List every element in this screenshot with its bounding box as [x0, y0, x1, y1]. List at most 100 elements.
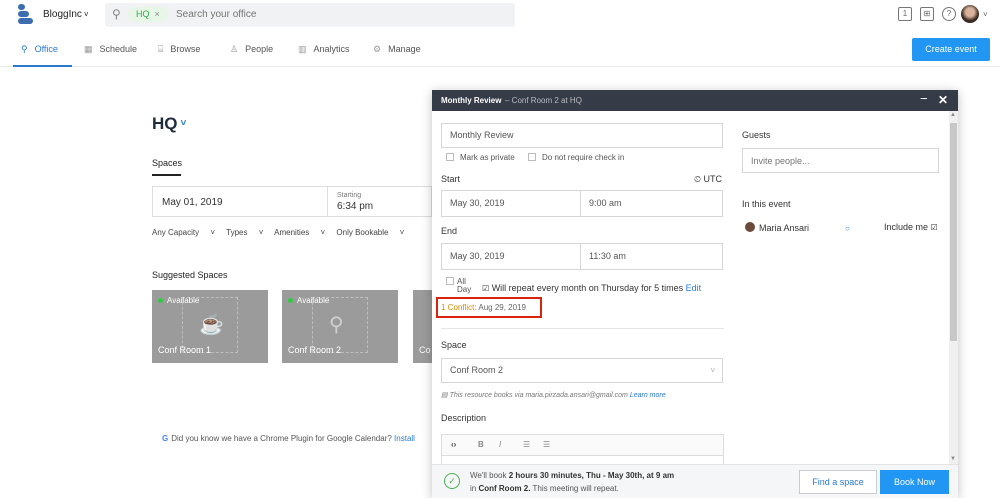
nav-schedule[interactable]: ▦ Schedule — [84, 44, 137, 55]
nav-manage[interactable]: ⚙ Manage — [373, 44, 421, 55]
avatar[interactable] — [961, 5, 979, 23]
include-me-checkbox[interactable]: Include me ☑ — [884, 222, 938, 232]
nav-analytics[interactable]: ▥ Analytics — [298, 44, 350, 55]
learn-more-link[interactable]: Learn more — [630, 392, 666, 399]
filters-row: Any Capacity ˅ Types ˅ Amenities ˅ Only … — [152, 228, 413, 237]
modal-header: Monthly Review – Conf Room 2 at HQ − ✕ — [432, 90, 958, 111]
chevron-down-icon: ˅ — [710, 366, 715, 375]
close-icon[interactable]: ✕ — [938, 93, 948, 107]
status-dot — [158, 298, 163, 303]
all-day-label: Day — [457, 285, 472, 294]
checkbox-icon[interactable] — [528, 153, 536, 161]
modal-footer: ✓ We'll book 2 hours 30 minutes, Thu - M… — [432, 464, 958, 498]
code-view-icon[interactable]: ‹› — [451, 440, 456, 449]
modal-title: Monthly Review — [441, 96, 502, 105]
person-icon: ♙ — [230, 44, 239, 54]
invite-people-input[interactable] — [742, 148, 939, 173]
scroll-up-icon[interactable]: ▲ — [950, 112, 956, 118]
status-dot — [288, 298, 293, 303]
gift-icon[interactable]: ⊞ — [920, 7, 934, 21]
chevron-down-icon: ˅ — [83, 10, 89, 19]
check-circle-icon: ✓ — [444, 473, 460, 489]
no-checkin-checkbox[interactable]: Do not require check in — [528, 153, 624, 162]
search-icon: ⚲ — [21, 44, 28, 54]
booking-summary-line1: We'll book 2 hours 30 minutes, Thu - May… — [470, 471, 675, 480]
minimize-icon[interactable]: − — [920, 91, 928, 106]
filter-bookable[interactable]: Only Bookable ˅ — [336, 228, 404, 237]
chrome-plugin-tip: G Did you know we have a Chrome Plugin fo… — [162, 434, 415, 443]
nav-office[interactable]: ⚲ Office — [21, 44, 58, 55]
filter-amenities[interactable]: Amenities ˅ — [274, 228, 325, 237]
calendar-icon[interactable]: 1 — [898, 7, 912, 21]
active-tab-indicator — [13, 65, 72, 67]
mark-private-checkbox[interactable]: Mark as private — [446, 153, 515, 162]
scrollbar-thumb[interactable] — [950, 123, 957, 341]
guests-label: Guests — [742, 130, 771, 140]
help-icon[interactable]: ? — [942, 7, 956, 21]
space-card[interactable]: ⚲ Available Conf Room 2 — [282, 290, 398, 363]
divider — [441, 328, 724, 329]
search-input[interactable] — [176, 9, 476, 20]
end-time-input[interactable]: 11:30 am — [580, 243, 723, 270]
desk-lamp-icon: ⚲ — [329, 314, 344, 336]
top-bar: BloggInc˅ ⚲ HQ× 1 ⊞ ? ˅ — [0, 0, 1000, 32]
main-nav: ⚲ Office ▦ Schedule ⌸ Browse ♙ People ▥ Analy… — [0, 32, 1000, 67]
chevron-down-icon[interactable]: ˅ — [983, 10, 988, 19]
booking-summary-line2: in Conf Room 2. This meeting will repeat… — [470, 484, 619, 493]
description-label: Description — [441, 413, 487, 423]
space-name: Conf Room 2 — [288, 345, 342, 355]
checkbox-icon[interactable] — [446, 153, 454, 161]
date-time-picker[interactable]: May 01, 2019 Starting 6:34 pm — [152, 186, 432, 217]
space-card[interactable]: Co — [413, 290, 433, 363]
numbered-list-icon[interactable]: ☰ — [543, 440, 550, 449]
availability-badge: Available — [288, 296, 329, 305]
availability-badge: Available — [158, 296, 199, 305]
date-value[interactable]: May 01, 2019 — [162, 197, 223, 208]
nav-people[interactable]: ♙ People — [230, 44, 273, 55]
suggested-spaces-title: Suggested Spaces — [152, 270, 228, 280]
search-chip[interactable]: HQ × — [128, 7, 168, 22]
resource-note: ▤ This resource books via maria.pirzada.… — [441, 392, 666, 399]
space-select[interactable]: Conf Room 2 ˅ — [441, 358, 723, 383]
conflict-warning[interactable]: 1 Conflict: Aug 29, 2019 — [436, 297, 542, 318]
checked-checkbox-icon[interactable]: ☑ — [482, 284, 489, 293]
chart-icon: ▥ — [298, 44, 307, 54]
modal-scrollbar[interactable]: ▲ ▼ — [949, 111, 958, 464]
event-title-input[interactable]: Monthly Review — [441, 123, 723, 148]
org-switcher[interactable]: BloggInc ˅ — [43, 9, 89, 20]
scroll-down-icon[interactable]: ▼ — [950, 456, 956, 462]
nav-browse[interactable]: ⌸ Browse — [158, 44, 200, 55]
checked-checkbox-icon[interactable]: ☑ — [931, 223, 938, 232]
starting-label: Starting — [337, 192, 362, 199]
italic-icon[interactable]: I — [499, 440, 501, 449]
event-modal: Monthly Review – Conf Room 2 at HQ − ✕ M… — [432, 90, 958, 498]
start-date-input[interactable]: May 30, 2019 — [441, 190, 581, 217]
page-title[interactable]: HQ ˅ — [152, 114, 186, 134]
calendar-icon: ▤ — [441, 392, 448, 399]
calendar-icon: ▦ — [84, 44, 93, 54]
space-name: Conf Room 1 — [158, 345, 212, 355]
space-card[interactable]: ☕ Available Conf Room 1 — [152, 290, 268, 363]
bold-icon[interactable]: B — [478, 440, 484, 449]
find-space-button[interactable]: Find a space — [799, 470, 877, 494]
gear-icon: ⚙ — [373, 44, 382, 54]
filter-capacity[interactable]: Any Capacity ˅ — [152, 228, 215, 237]
floorplan-icon: ⌸ — [158, 44, 164, 54]
logo-icon[interactable] — [18, 4, 34, 24]
filter-types[interactable]: Types ˅ — [226, 228, 263, 237]
space-name: Co — [419, 345, 431, 355]
timezone-selector[interactable]: ⏲ UTC — [694, 174, 722, 185]
close-icon[interactable]: × — [155, 9, 160, 19]
bullet-list-icon[interactable]: ☰ — [523, 440, 530, 449]
end-date-input[interactable]: May 30, 2019 — [441, 243, 581, 270]
divider — [327, 187, 328, 216]
repeat-summary: ☑ Will repeat every month on Thursday fo… — [482, 283, 702, 293]
tab-spaces[interactable]: Spaces — [152, 158, 182, 168]
start-time-input[interactable]: 9:00 am — [580, 190, 723, 217]
starting-time[interactable]: 6:34 pm — [337, 201, 373, 212]
book-now-button[interactable]: Book Now — [880, 470, 949, 494]
edit-repeat-link[interactable]: Edit — [686, 283, 702, 293]
checkbox-icon[interactable] — [446, 277, 454, 285]
create-event-button[interactable]: Create event — [912, 38, 990, 61]
install-link[interactable]: Install — [394, 434, 415, 443]
